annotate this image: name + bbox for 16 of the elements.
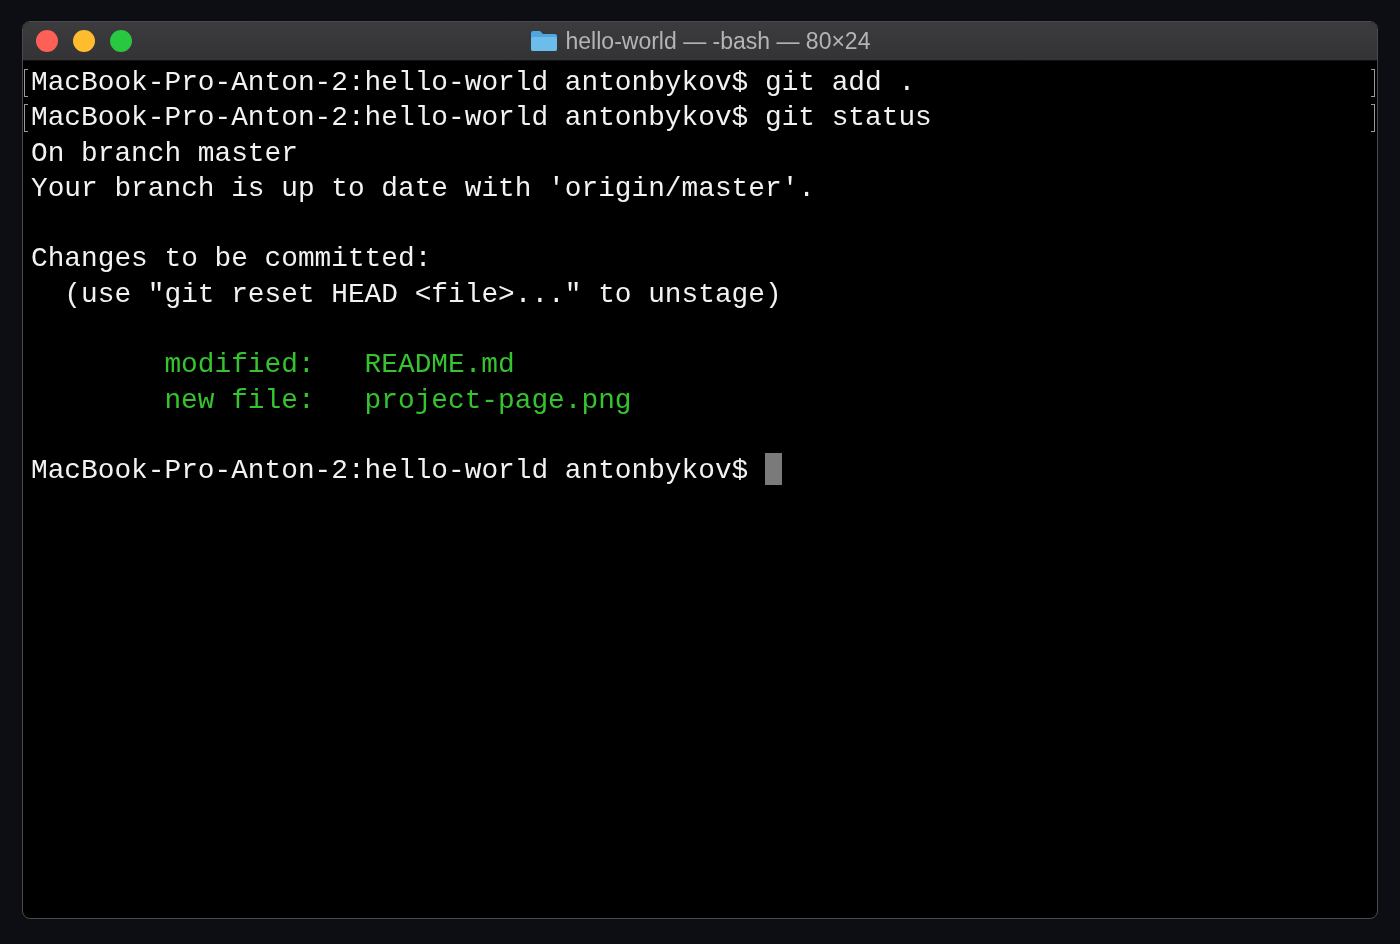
close-button[interactable] (36, 30, 58, 52)
file-name: project-page.png (364, 383, 632, 418)
zoom-button[interactable] (110, 30, 132, 52)
prompt-text: MacBook-Pro-Anton-2:hello-world antonbykov$ (31, 455, 749, 487)
file-name: README.md (364, 348, 515, 383)
window-title: hello-world — -bash — 80×24 (565, 27, 871, 55)
folder-icon (529, 30, 558, 52)
minimize-button[interactable] (73, 30, 95, 52)
terminal-line: Your branch is up to date with 'origin/master'. (31, 172, 815, 204)
terminal-line: On branch master (31, 137, 298, 169)
terminal-line: MacBook-Pro-Anton-2:hello-world antonbykov$ git add . (31, 67, 916, 98)
terminal-line: MacBook-Pro-Anton-2:hello-world antonbykov$ git status (31, 102, 932, 134)
change-status: new file: (164, 383, 316, 418)
change-status: modified: (164, 348, 316, 383)
terminal-line: Changes to be committed: (31, 243, 432, 275)
terminal-line: (use "git reset HEAD <file>..." to unstage) (63, 278, 782, 310)
